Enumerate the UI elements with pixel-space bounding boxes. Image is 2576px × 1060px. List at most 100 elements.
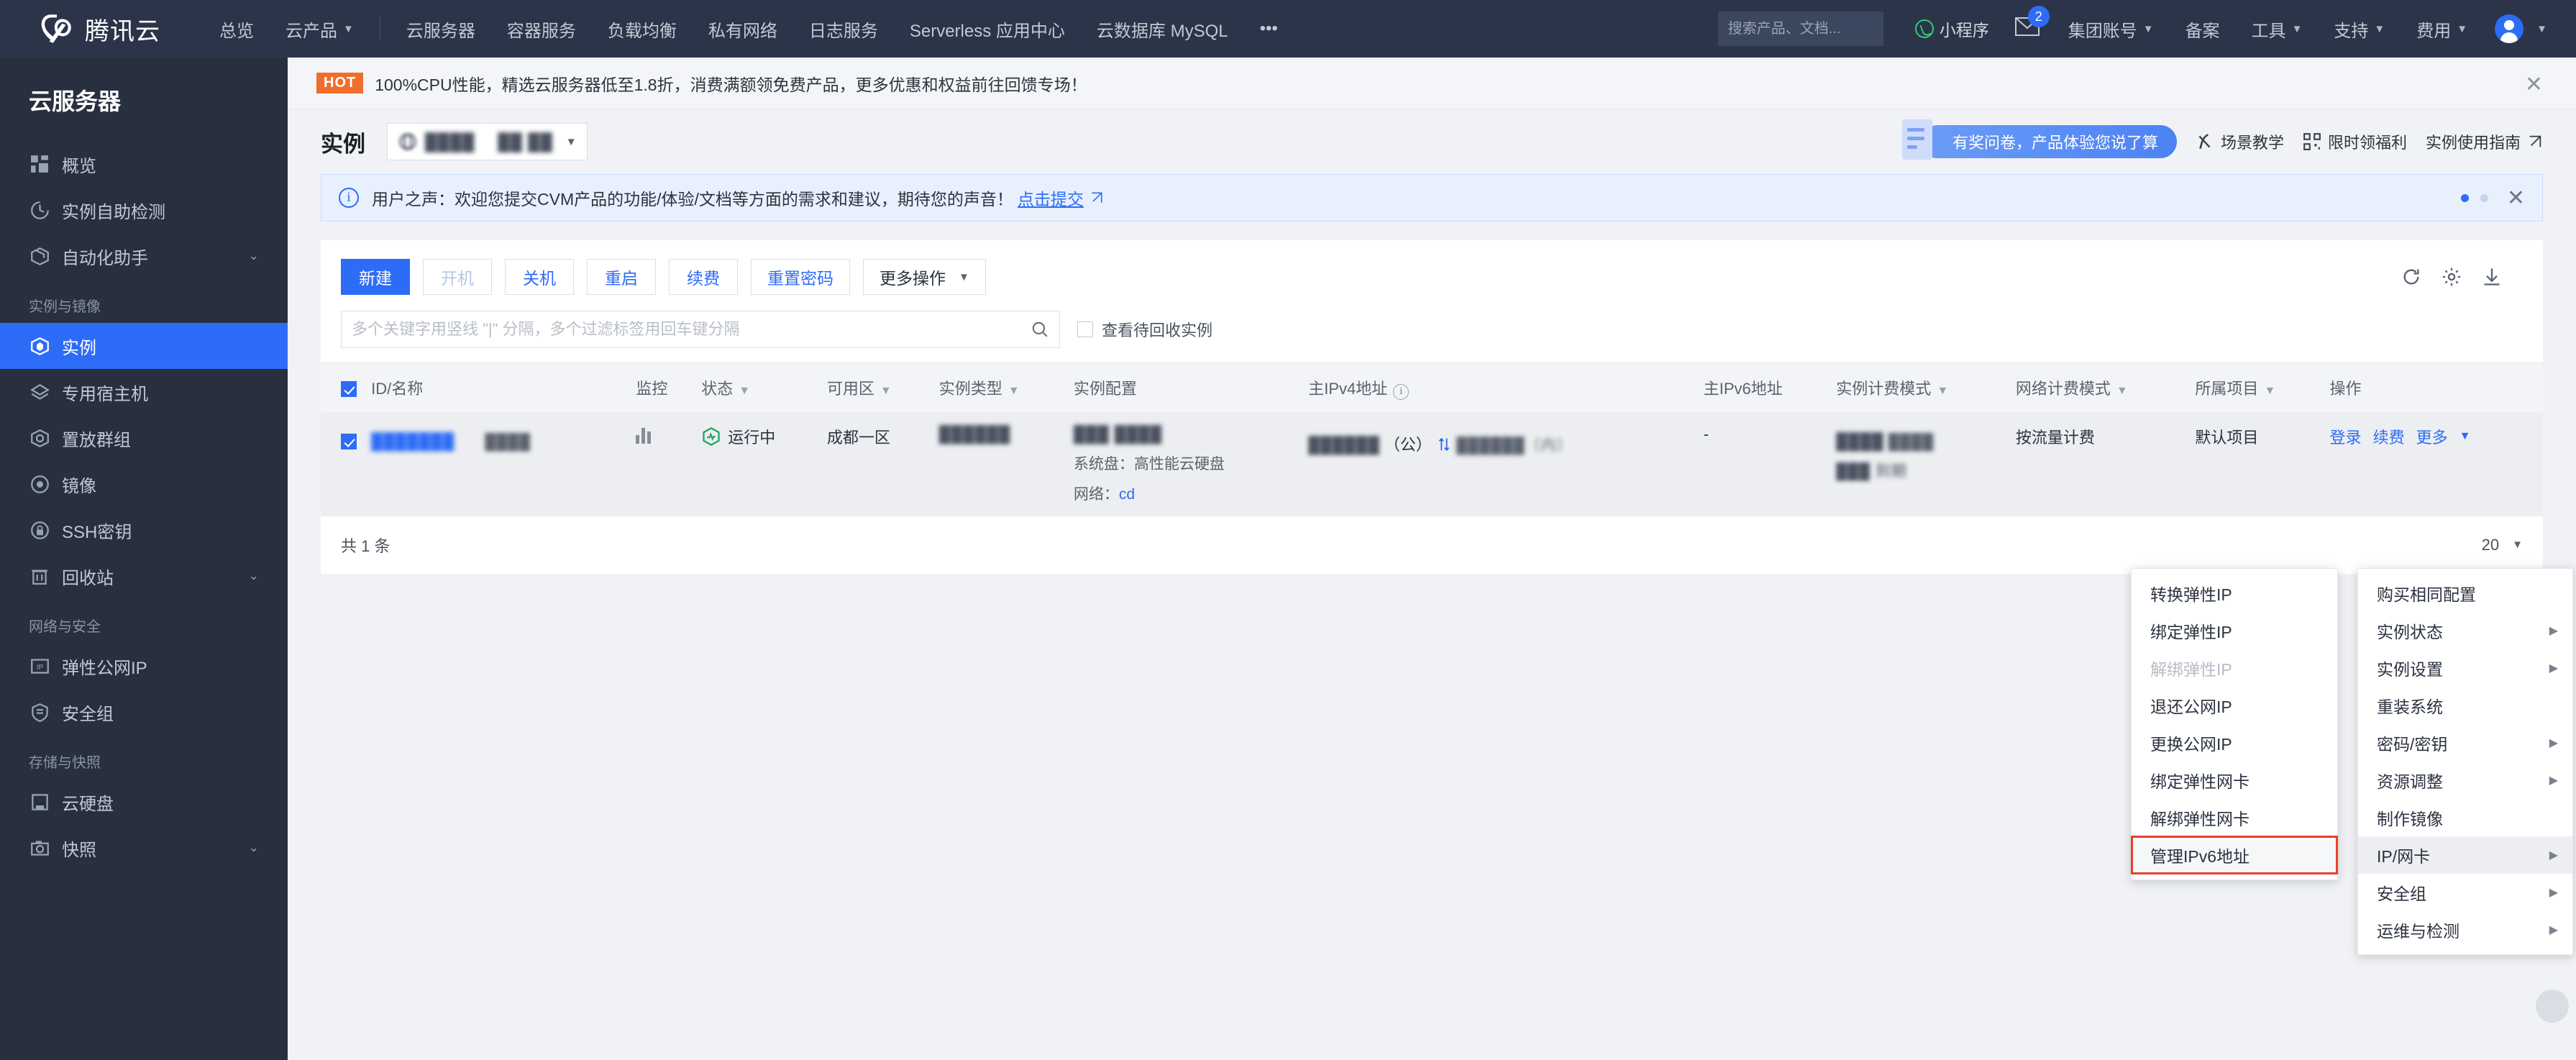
topnav-billing-button[interactable]: 费用 ▼: [2401, 0, 2483, 58]
menu-item-password-key[interactable]: 密码/密钥 ▶: [2358, 724, 2572, 762]
menu-item-return-public-ip[interactable]: 退还公网IP: [2132, 687, 2337, 724]
sidebar-item-cloud-disk[interactable]: 云硬盘: [0, 779, 288, 825]
checkbox[interactable]: [1077, 321, 1093, 337]
renew-button[interactable]: 续费: [669, 259, 738, 295]
notice-submit-link[interactable]: 点击提交: [1018, 186, 1084, 210]
more-link[interactable]: 更多: [2416, 425, 2448, 448]
topnav-item-0[interactable]: 总览: [204, 0, 270, 58]
power-off-button[interactable]: 关机: [505, 259, 574, 295]
filter-icon[interactable]: ▼: [1008, 385, 1020, 397]
th-instance-billing[interactable]: 实例计费模式 ▼: [1829, 362, 2009, 414]
menu-item-bind-eni[interactable]: 绑定弹性网卡: [2132, 762, 2337, 799]
download-icon[interactable]: [2481, 266, 2503, 288]
info-icon[interactable]: i: [1393, 383, 1410, 400]
chevron-down-icon[interactable]: ▼: [2536, 23, 2547, 35]
restart-button[interactable]: 重启: [587, 259, 656, 295]
menu-item-convert-eip[interactable]: 转换弹性IP: [2132, 575, 2337, 612]
bar-chart-icon[interactable]: [636, 425, 652, 444]
filter-icon[interactable]: ▼: [2116, 385, 2128, 397]
login-link[interactable]: 登录: [2330, 425, 2362, 448]
select-all-checkbox[interactable]: [341, 381, 357, 398]
notice-dot-1[interactable]: [2460, 193, 2469, 202]
instance-id[interactable]: ███████: [371, 432, 455, 451]
menu-item-change-public-ip[interactable]: 更换公网IP: [2132, 724, 2337, 762]
notice-dot-2[interactable]: [2480, 193, 2488, 202]
search-input[interactable]: [352, 320, 1031, 339]
th-status[interactable]: 状态 ▼: [694, 362, 820, 414]
menu-item-buy-same-config[interactable]: 购买相同配置: [2358, 575, 2572, 612]
recycle-filter-checkbox[interactable]: 查看待回收实例: [1077, 318, 1212, 341]
sidebar-item-ssh-keys[interactable]: SSH密钥: [0, 507, 288, 553]
reset-password-button[interactable]: 重置密码: [751, 259, 850, 295]
more-actions-button[interactable]: 更多操作 ▼: [863, 259, 986, 295]
survey-button[interactable]: 有奖问卷，产品体验您说了算: [1901, 119, 2177, 160]
search-input[interactable]: [1727, 20, 1919, 37]
menu-item-bind-eip[interactable]: 绑定弹性IP: [2132, 612, 2337, 649]
sidebar-item-security-group[interactable]: 安全组: [0, 689, 288, 735]
th-zone[interactable]: 可用区 ▼: [819, 362, 932, 414]
row-checkbox[interactable]: [341, 433, 357, 449]
copy-icon[interactable]: [1436, 436, 1452, 453]
config-net-value[interactable]: cd: [1119, 486, 1135, 503]
messages-button[interactable]: 2: [2002, 6, 2052, 40]
sidebar-item-automation[interactable]: 自动化助手 ⌄: [0, 233, 288, 279]
instance-search-box[interactable]: [341, 311, 1060, 348]
topnav-item-1[interactable]: 云产品 ▼: [270, 0, 370, 58]
sidebar-item-self-check[interactable]: 实例自助检测: [0, 187, 288, 233]
menu-item-security-group[interactable]: 安全组 ▶: [2358, 874, 2572, 911]
menu-item-create-image[interactable]: 制作镜像: [2358, 799, 2572, 836]
menu-item-instance-settings[interactable]: 实例设置 ▶: [2358, 649, 2572, 687]
external-link-icon[interactable]: [1090, 191, 1104, 205]
refresh-icon[interactable]: [2401, 266, 2422, 288]
topnav-item-7[interactable]: Serverless 应用中心: [894, 0, 1081, 58]
topnav-item-5[interactable]: 私有网络: [693, 0, 793, 58]
topnav-item-4[interactable]: 负载均衡: [592, 0, 693, 58]
sidebar-item-elastic-ip[interactable]: IP 弹性公网IP: [0, 643, 288, 689]
filter-icon[interactable]: ▼: [2264, 385, 2275, 397]
sidebar-item-dedicated-host[interactable]: 专用宿主机: [0, 369, 288, 415]
page-size-selector[interactable]: 20 ▼: [2482, 536, 2523, 554]
filter-icon[interactable]: ▼: [1937, 385, 1948, 397]
close-icon[interactable]: ✕: [2507, 186, 2525, 211]
topnav-item-6[interactable]: 日志服务: [793, 0, 894, 58]
topnav-item-3[interactable]: 容器服务: [491, 0, 592, 58]
topnav-item-2[interactable]: 云服务器: [390, 0, 491, 58]
chevron-down-icon[interactable]: ▼: [2459, 430, 2471, 443]
avatar[interactable]: [2495, 14, 2524, 43]
sidebar-item-images[interactable]: 镜像: [0, 461, 288, 507]
sidebar-item-overview[interactable]: 概览: [0, 141, 288, 187]
menu-item-instance-status[interactable]: 实例状态 ▶: [2358, 612, 2572, 649]
promo-banner-text[interactable]: 100%CPU性能，精选云服务器低至1.8折，消费满额领免费产品，更多优惠和权益…: [375, 71, 1087, 96]
sidebar-item-instances[interactable]: 实例: [0, 323, 288, 369]
menu-item-resource-adjust[interactable]: 资源调整 ▶: [2358, 762, 2572, 799]
table-row[interactable]: ███████ ████ 运行中 成都一区 ██████ ███ ████ 系统…: [321, 413, 2543, 516]
limited-benefit-link[interactable]: 限时领福利: [2303, 130, 2407, 153]
menu-item-reinstall-system[interactable]: 重装系统: [2358, 687, 2572, 724]
region-selector[interactable]: ████ ██ ██ ▼: [387, 123, 588, 160]
mini-program-link[interactable]: 小程序: [1902, 17, 2002, 41]
search-icon[interactable]: [1031, 320, 1049, 339]
filter-icon[interactable]: ▼: [739, 385, 750, 397]
close-icon[interactable]: ✕: [2525, 72, 2543, 97]
topnav-tools-button[interactable]: 工具 ▼: [2236, 0, 2319, 58]
create-instance-button[interactable]: 新建: [341, 259, 410, 295]
topnav-more-button[interactable]: •••: [1244, 0, 1294, 58]
global-search-box[interactable]: [1717, 12, 1919, 46]
renew-link[interactable]: 续费: [2373, 425, 2405, 448]
scenario-teaching-link[interactable]: 场景教学: [2196, 130, 2284, 153]
menu-item-ip-nic[interactable]: IP/网卡 ▶: [2358, 836, 2572, 874]
gear-icon[interactable]: [2441, 266, 2462, 288]
sidebar-item-snapshot[interactable]: 快照 ⌄: [0, 825, 288, 871]
menu-item-manage-ipv6[interactable]: 管理IPv6地址: [2131, 836, 2338, 874]
topnav-item-8[interactable]: 云数据库 MySQL: [1081, 0, 1244, 58]
topnav-account-button[interactable]: 集团账号 ▼: [2052, 0, 2170, 58]
power-on-button[interactable]: 开机: [423, 259, 492, 295]
filter-icon[interactable]: ▼: [880, 385, 892, 397]
menu-item-ops-detection[interactable]: 运维与检测 ▶: [2358, 911, 2572, 949]
floating-helper-button[interactable]: [2536, 990, 2569, 1023]
topnav-support-button[interactable]: 支持 ▼: [2318, 0, 2401, 58]
th-instance-type[interactable]: 实例类型 ▼: [931, 362, 1067, 414]
sidebar-item-placement-group[interactable]: 置放群组: [0, 415, 288, 461]
topnav-beian-link[interactable]: 备案: [2170, 0, 2236, 58]
brand-logo-link[interactable]: 腾讯云: [39, 12, 160, 47]
